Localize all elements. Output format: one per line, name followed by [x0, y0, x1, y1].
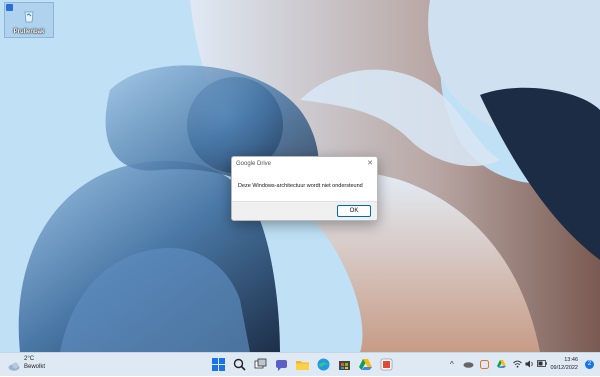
store-icon[interactable] — [337, 357, 352, 372]
search-icon[interactable] — [232, 357, 247, 372]
clock-date: 09/12/2022 — [550, 365, 578, 371]
error-dialog: Google Drive ✕ Deze Windows-architectuur… — [231, 156, 378, 221]
file-explorer-icon[interactable] — [295, 357, 310, 372]
clock[interactable]: 13:46 09/12/2022 — [550, 356, 578, 372]
tray-chevron-icon[interactable]: ^ — [450, 360, 454, 369]
desktop-icon-recycle-bin[interactable]: Prullenbak — [4, 2, 54, 38]
weather-temperature: 2°C — [24, 356, 35, 362]
dialog-title: Google Drive — [236, 161, 272, 167]
google-drive-icon[interactable] — [358, 357, 373, 372]
task-view-icon[interactable] — [253, 357, 268, 372]
dialog-footer: OK — [232, 201, 377, 220]
wifi-icon[interactable] — [513, 360, 522, 370]
recycle-bin-icon — [23, 9, 35, 28]
volume-icon[interactable] — [525, 360, 534, 370]
taskbar: 2°C Bewolkt ^ 13:46 09/12/2022 2 — [0, 352, 600, 376]
battery-icon[interactable] — [537, 360, 547, 369]
app-icon[interactable] — [379, 357, 394, 372]
selection-checkbox[interactable] — [6, 4, 13, 11]
teams-chat-icon[interactable] — [274, 357, 289, 372]
clock-time: 13:46 — [564, 357, 578, 363]
google-drive-tray-icon[interactable] — [497, 360, 506, 370]
cloud-icon — [8, 358, 21, 376]
onedrive-icon[interactable] — [463, 360, 474, 370]
notification-badge[interactable]: 2 — [585, 360, 594, 369]
close-icon[interactable]: ✕ — [367, 159, 373, 167]
desktop: Prullenbak Google Drive ✕ Deze Windows-a… — [0, 0, 600, 352]
weather-condition: Bewolkt — [24, 364, 46, 370]
app-tray-icon[interactable] — [480, 360, 489, 371]
dialog-message: Deze Windows-architectuur wordt niet ond… — [238, 183, 363, 189]
ok-button[interactable]: OK — [337, 205, 371, 217]
desktop-icon-label: Prullenbak — [13, 29, 45, 35]
edge-icon[interactable] — [316, 357, 331, 372]
windows-start-icon[interactable] — [211, 357, 226, 372]
